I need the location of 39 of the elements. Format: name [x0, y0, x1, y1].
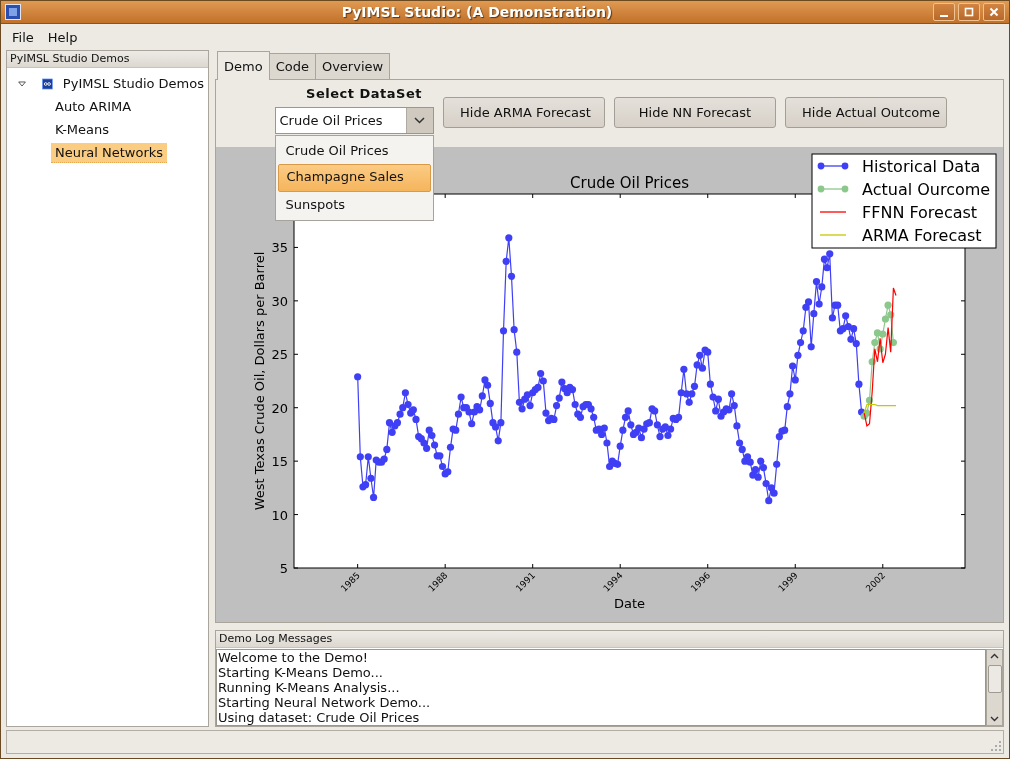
legend-label: ARMA Forecast — [862, 226, 982, 245]
log-line: Using dataset: Crude Oil Prices — [218, 710, 421, 725]
tree-item[interactable]: Auto ARIMA — [51, 97, 136, 116]
legend-label: Actual Ourcome — [862, 180, 991, 199]
menu-item[interactable]: File — [7, 27, 39, 47]
axis-label: West Texas Crude Oil, Dollars per Barrel — [252, 251, 267, 511]
tree-item[interactable]: K-Means — [51, 120, 114, 139]
tick-label: 20 — [271, 400, 288, 416]
window-title: PyIMSL Studio: (A Demonstration) — [340, 4, 614, 20]
legend-label: FFNN Forecast — [862, 203, 978, 222]
tick-label: 25 — [271, 347, 288, 363]
tick-label: 5 — [279, 561, 288, 576]
tree-item[interactable]: Neural Networks — [51, 142, 168, 163]
tree-item[interactable]: PyIMSL Studio Demos — [58, 74, 208, 93]
dropdown-option[interactable]: Crude Oil Prices — [277, 138, 431, 164]
toggle-button[interactable]: Hide ARMA Forecast — [443, 97, 605, 128]
axis-label: Date — [613, 596, 646, 611]
tick-label: 30 — [271, 293, 288, 309]
dropdown-option[interactable]: Sunspots — [277, 192, 431, 218]
menu-item[interactable]: Help — [42, 27, 83, 47]
tick-label: 10 — [271, 507, 288, 523]
tick-label: 15 — [271, 454, 288, 470]
legend-label: Historical Data — [862, 157, 981, 176]
dataset-dropdown[interactable]: Crude Oil Prices — [274, 107, 434, 134]
toggle-button[interactable]: Hide Actual Outcome — [785, 97, 947, 128]
tick-label: 35 — [271, 240, 288, 256]
tab[interactable]: Demo — [217, 51, 270, 80]
toggle-button[interactable]: Hide NN Forecast — [614, 97, 776, 128]
log-line: Running K-Means Analysis... — [218, 680, 401, 695]
chart-title: Crude Oil Prices — [570, 174, 689, 192]
dropdown-option[interactable]: Champagne Sales — [277, 164, 431, 192]
log-line: Welcome to the Demo! — [218, 650, 370, 665]
tab[interactable]: Code — [268, 53, 316, 79]
log-line: Starting Neural Network Demo... — [218, 695, 432, 710]
tab[interactable]: Overview — [314, 53, 391, 79]
field-label: Select DataSet — [306, 86, 422, 101]
panel-header: PyIMSL Studio Demos — [7, 51, 208, 68]
panel-header: Demo Log Messages — [216, 631, 1003, 648]
log-line: Starting K-Means Demo... — [218, 665, 384, 680]
